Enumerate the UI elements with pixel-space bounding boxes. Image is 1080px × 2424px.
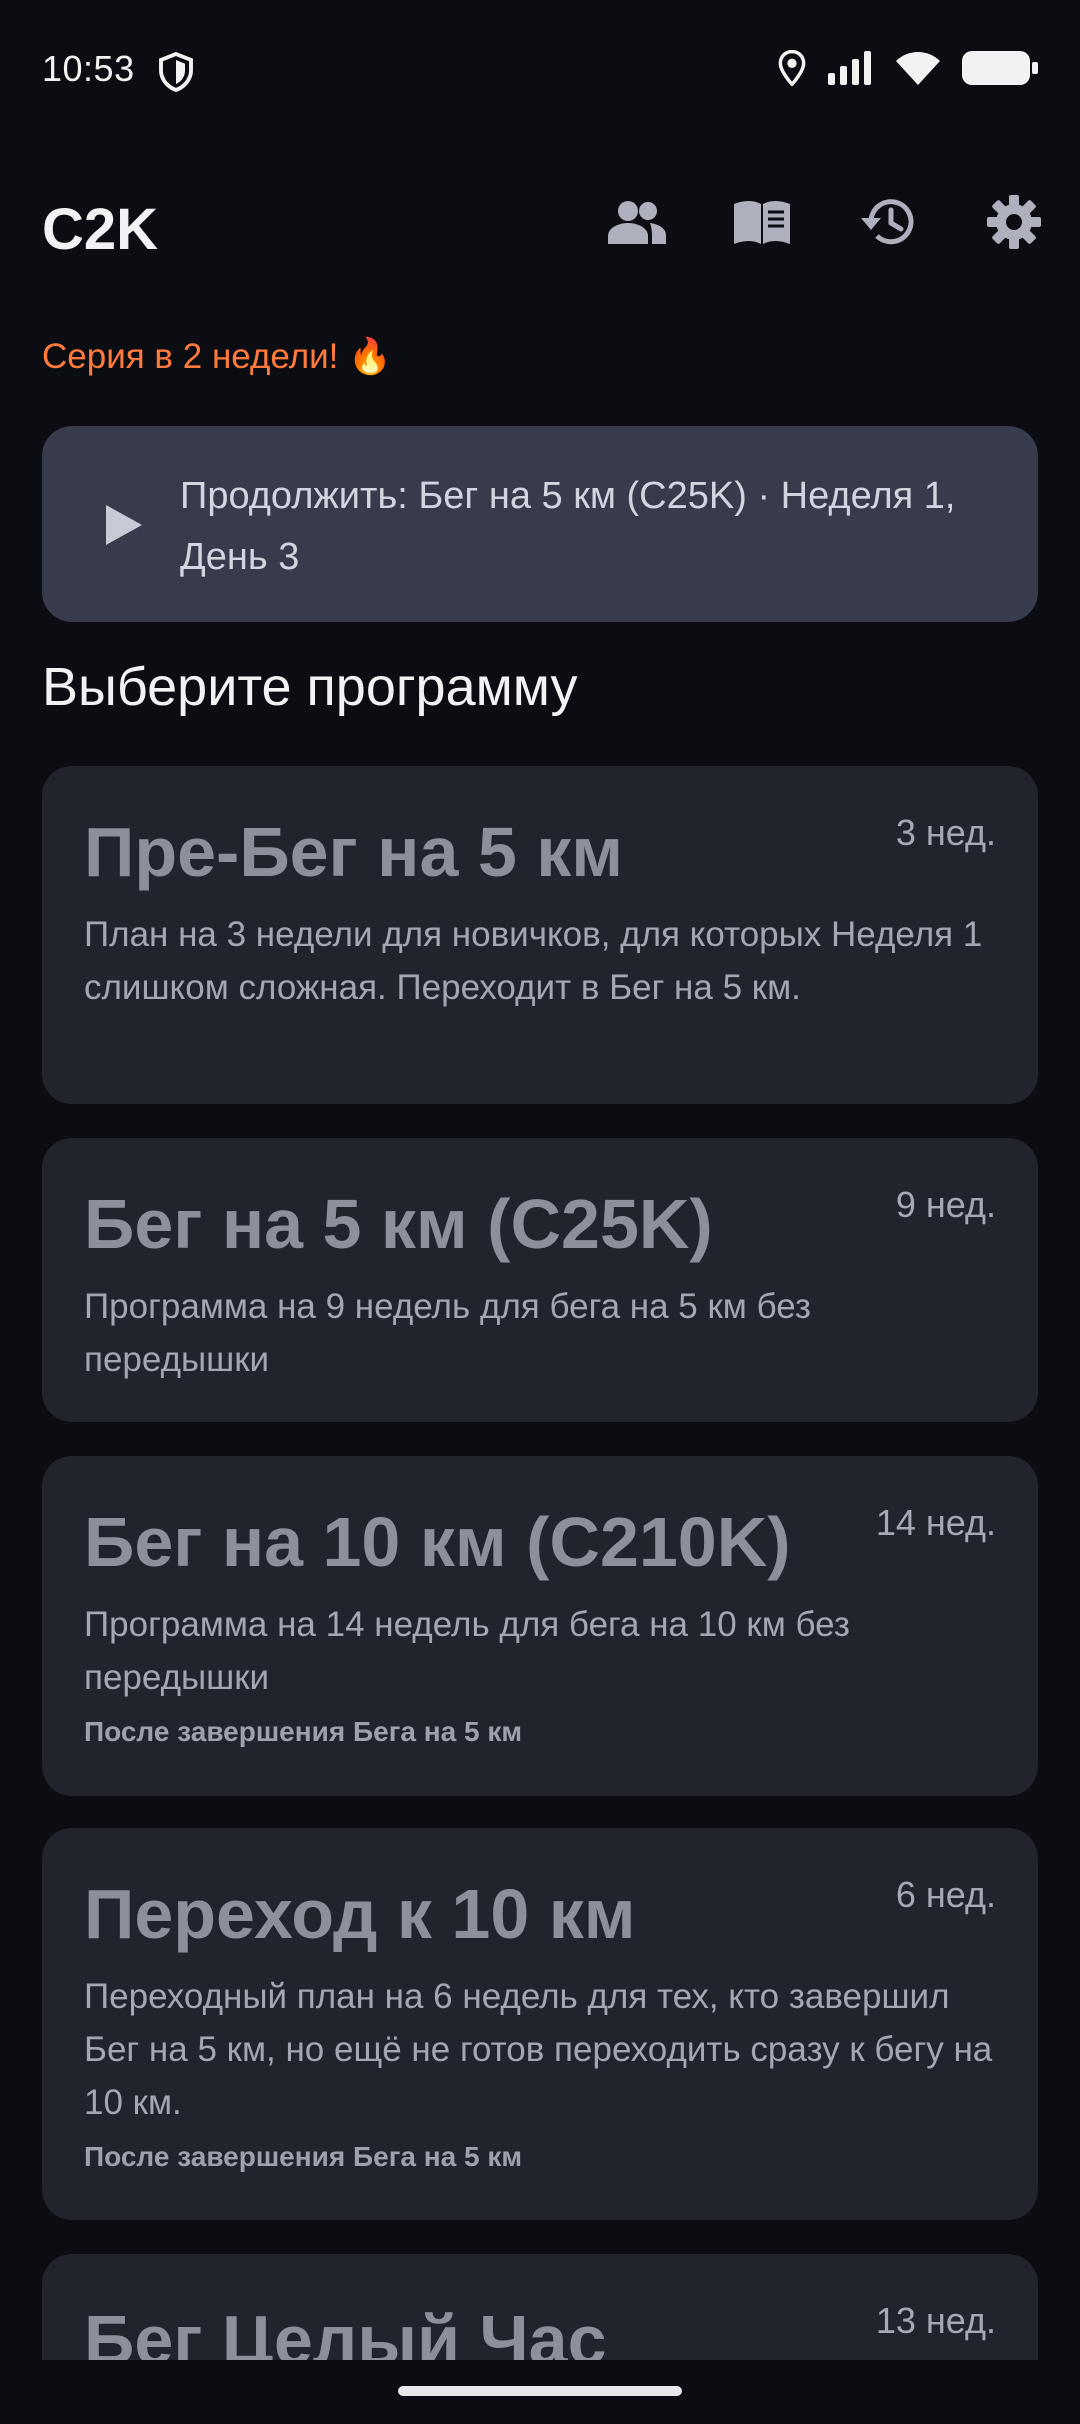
program-description: Программа на 9 недель для бега на 5 км б… — [84, 1287, 811, 1379]
program-requirement: После завершения Бега на 5 км — [84, 2141, 523, 2172]
program-card[interactable]: Бег на 10 км (C210K) 14 нед. Программа н… — [42, 1456, 1038, 1796]
program-list: Пре-Бег на 5 км 3 нед. План на 3 недели … — [0, 0, 1080, 2360]
program-weeks: 6 нед. — [895, 1874, 996, 1915]
program-title: Бег на 10 км (C210K) — [84, 1503, 791, 1581]
program-weeks: 3 нед. — [895, 812, 996, 853]
program-card[interactable]: Переход к 10 км 6 нед. Переходный план н… — [42, 1828, 1038, 2220]
program-description: Переходный план на 6 недель для тех, кто… — [84, 1977, 993, 2122]
home-indicator[interactable] — [398, 2386, 682, 2396]
program-description: План на 3 недели для новичков, для котор… — [84, 915, 983, 1007]
program-requirement: После завершения Бега на 5 км — [84, 1716, 523, 1747]
program-weeks: 9 нед. — [895, 1184, 996, 1225]
program-title: Бег на 5 км (C25K) — [84, 1185, 713, 1263]
program-card[interactable]: Бег Целый Час 13 нед. — [42, 2254, 1038, 2360]
program-title: Бег Целый Час — [84, 2301, 607, 2360]
program-card[interactable]: Бег на 5 км (C25K) 9 нед. Программа на 9… — [42, 1138, 1038, 1422]
program-weeks: 13 нед. — [875, 2300, 996, 2341]
program-description: Программа на 14 недель для бега на 10 км… — [84, 1605, 850, 1697]
program-card[interactable]: Пре-Бег на 5 км 3 нед. План на 3 недели … — [42, 766, 1038, 1104]
program-title: Переход к 10 км — [84, 1875, 636, 1953]
program-weeks: 14 нед. — [875, 1502, 996, 1543]
program-title: Пре-Бег на 5 км — [84, 813, 624, 891]
